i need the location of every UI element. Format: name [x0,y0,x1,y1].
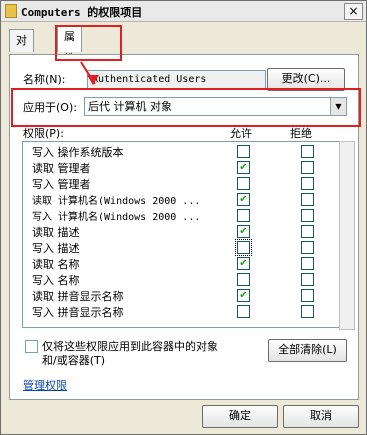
permission-row: 写入 管理者 [23,175,339,191]
deny-checkbox[interactable] [301,177,314,190]
deny-checkbox[interactable] [301,257,314,270]
allow-checkbox[interactable] [237,209,250,222]
permission-row: 写入 操作系统版本 [23,143,339,159]
allow-checkbox[interactable] [237,177,250,190]
close-button[interactable]: × [344,3,363,20]
permission-row: 读取 描述 ✔ [23,223,339,239]
permissions-list[interactable]: 写入 操作系统版本 读取 管理者 ✔ 写入 管理者 读取 计算机名(Windows 20… [22,141,340,328]
allow-checkbox[interactable]: ✔ [237,193,250,206]
permission-row: 写入 计算机名(Windows 2000 ... [23,207,339,223]
permissions-scrollbar[interactable] [339,141,355,330]
permission-label: 读取 计算机名(Windows 2000 ... [32,196,201,207]
deny-checkbox[interactable] [301,225,314,238]
allow-checkbox[interactable] [237,145,250,158]
name-label: 名称(N): [23,73,66,86]
name-field: Authenticated Users [87,70,266,89]
deny-checkbox[interactable] [301,273,314,286]
permission-row: 读取 计算机名(Windows 2000 ... ✔ [23,191,339,207]
folder-icon [5,4,17,18]
permission-row: 读取 管理者 ✔ [23,159,339,175]
allow-checkbox[interactable]: ✔ [237,289,250,302]
highlight-box-apply-to [11,88,361,127]
permission-label: 读取 描述 [32,226,80,239]
permission-row: 读取 名称 ✔ [23,255,339,271]
deny-checkbox[interactable] [301,161,314,174]
cancel-button[interactable]: 取消 [283,405,359,428]
permission-row: 写入 描述 [23,239,339,256]
permission-label: 写入 操作系统版本 [32,146,124,159]
allow-checkbox[interactable]: ✔ [237,225,250,238]
permission-row: 写入 拼音显示名称 [23,303,339,319]
only-apply-checkbox[interactable] [25,340,38,353]
permission-entry-dialog: Computers 的权限项目 × 对象 属性 名称(N): Authentic… [0,0,367,435]
arrow-head [87,75,99,85]
permission-label: 写入 名称 [32,274,80,287]
deny-checkbox[interactable] [301,305,314,318]
deny-header: 拒绝 [290,127,312,140]
allow-checkbox[interactable] [237,305,250,318]
permissions-label: 权限(P): [23,127,64,140]
deny-checkbox[interactable] [301,145,314,158]
deny-checkbox[interactable] [301,193,314,206]
permission-label: 读取 拼音显示名称 [32,290,124,303]
clear-all-button[interactable]: 全部清除(L) [268,339,347,362]
permission-row: 写入 名称 [23,271,339,287]
permission-label: 写入 管理者 [32,178,91,191]
ok-button[interactable]: 确定 [202,405,278,428]
deny-checkbox[interactable] [301,289,314,302]
deny-checkbox[interactable] [301,241,314,254]
allow-header: 允许 [230,127,252,140]
allow-checkbox[interactable] [237,273,250,286]
manage-permissions-link[interactable]: 管理权限 [23,377,67,393]
tab-object[interactable]: 对象 [9,29,34,69]
allow-checkbox[interactable]: ✔ [237,161,250,174]
permission-row: 读取 拼音显示名称 ✔ [23,287,339,303]
only-apply-label-2: 和/或容器(T) [42,354,106,367]
allow-checkbox[interactable] [235,239,252,256]
permission-label: 读取 管理者 [32,162,91,175]
permission-label: 读取 名称 [32,258,80,271]
allow-checkbox[interactable]: ✔ [237,257,250,270]
permission-label: 写入 拼音显示名称 [32,306,124,319]
permission-label: 写入 计算机名(Windows 2000 ... [32,212,201,223]
title-bar[interactable]: Computers 的权限项目 × [1,1,366,22]
highlight-box-properties-tab [55,25,122,61]
window-title: Computers 的权限项目 [21,6,143,19]
deny-checkbox[interactable] [301,209,314,222]
permission-label: 写入 描述 [32,242,80,255]
